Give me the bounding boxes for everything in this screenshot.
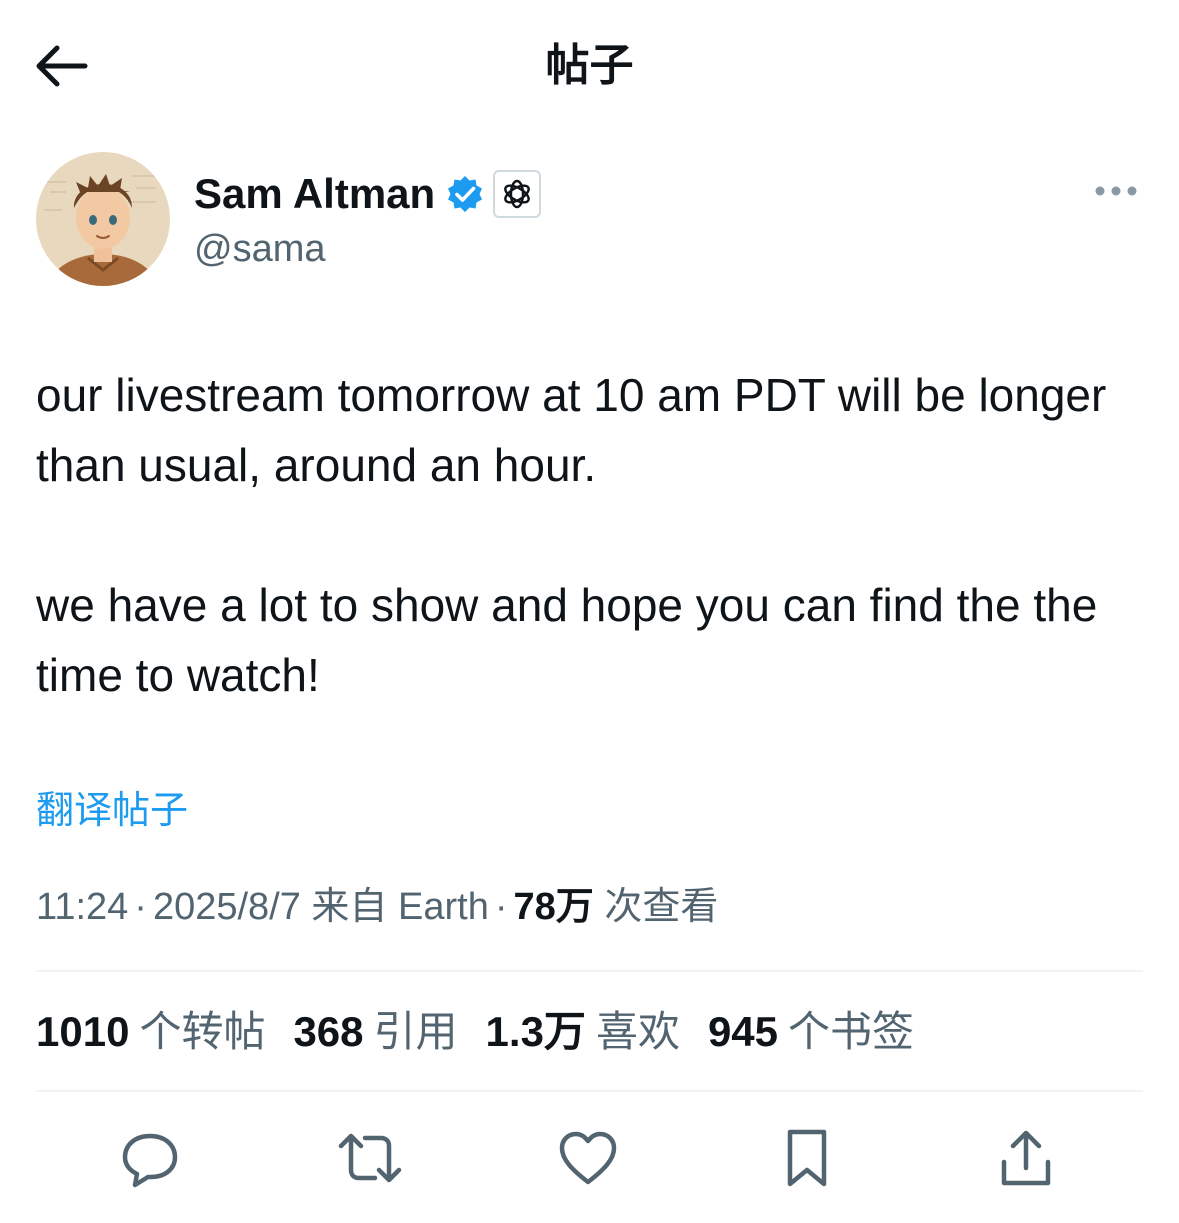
share-button[interactable] bbox=[986, 1118, 1066, 1198]
action-bar bbox=[0, 1118, 1179, 1198]
reply-icon bbox=[122, 1133, 178, 1188]
reposts-stat[interactable]: 1010 个转帖 bbox=[36, 1004, 265, 1060]
bookmarks-label: 个书签 bbox=[788, 1007, 915, 1056]
like-icon bbox=[559, 1131, 617, 1185]
reply-button[interactable] bbox=[110, 1118, 190, 1198]
tweet-author: Sam Altman @sama bbox=[36, 152, 1146, 292]
views-count: 78万 bbox=[513, 886, 594, 928]
openai-logo-icon bbox=[504, 179, 531, 209]
user-handle[interactable]: @sama bbox=[194, 226, 326, 272]
likes-count: 1.3万 bbox=[485, 1008, 586, 1055]
display-name[interactable]: Sam Altman bbox=[194, 166, 435, 222]
page-title: 帖子 bbox=[545, 40, 634, 91]
more-horizontal-icon bbox=[1095, 186, 1137, 196]
affiliation-badge[interactable] bbox=[493, 170, 542, 218]
post-date[interactable]: 2025/8/7 bbox=[153, 886, 301, 928]
like-button[interactable] bbox=[548, 1118, 628, 1198]
tweet-paragraph: our livestream tomorrow at 10 am PDT wil… bbox=[36, 369, 1107, 491]
repost-button[interactable] bbox=[330, 1118, 410, 1198]
bookmark-icon bbox=[787, 1129, 827, 1187]
bookmarks-count: 945 bbox=[707, 1008, 779, 1055]
repost-icon bbox=[338, 1133, 402, 1183]
divider bbox=[36, 1090, 1143, 1092]
verified-badge-icon[interactable] bbox=[445, 174, 485, 214]
tweet-meta: 11:24 · 2025/8/7 来自 Earth · 78万 次查看 bbox=[36, 884, 719, 928]
reposts-count: 1010 bbox=[36, 1008, 130, 1055]
avatar-illustration bbox=[36, 152, 170, 286]
top-bar: 帖子 bbox=[0, 0, 1179, 130]
quotes-stat[interactable]: 368 引用 bbox=[293, 1004, 457, 1060]
share-icon bbox=[1001, 1130, 1051, 1186]
engagement-stats: 1010 个转帖 368 引用 1.3万 喜欢 945 个书签 bbox=[36, 1004, 942, 1060]
divider bbox=[36, 970, 1143, 972]
likes-stat[interactable]: 1.3万 喜欢 bbox=[486, 1004, 680, 1060]
post-time[interactable]: 11:24 bbox=[36, 886, 128, 928]
quotes-count: 368 bbox=[293, 1008, 364, 1055]
bookmarks-stat[interactable]: 945 个书签 bbox=[708, 1004, 914, 1060]
source-prefix: 来自 bbox=[311, 884, 388, 928]
reposts-label: 个转帖 bbox=[139, 1007, 266, 1056]
tweet-text: our livestream tomorrow at 10 am PDT wil… bbox=[36, 360, 1146, 710]
likes-label: 喜欢 bbox=[595, 1007, 680, 1056]
views-label: 次查看 bbox=[604, 884, 719, 928]
tweet-paragraph: we have a lot to show and hope you can f… bbox=[36, 579, 1098, 701]
quotes-label: 引用 bbox=[373, 1007, 458, 1056]
name-row: Sam Altman bbox=[194, 166, 542, 222]
translate-post-link[interactable]: 翻译帖子 bbox=[36, 786, 188, 834]
bookmark-button[interactable] bbox=[767, 1118, 847, 1198]
source-location: Earth bbox=[398, 886, 489, 928]
more-options-button[interactable] bbox=[1092, 176, 1140, 206]
avatar[interactable] bbox=[36, 152, 170, 286]
